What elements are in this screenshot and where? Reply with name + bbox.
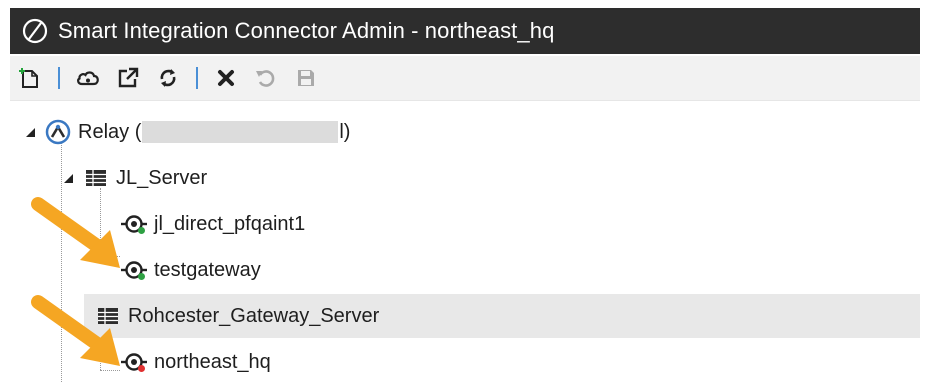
refresh-icon (160, 69, 176, 87)
save-button[interactable] (289, 61, 323, 95)
app-logo-icon (16, 8, 54, 54)
delete-x-icon (218, 70, 234, 86)
gateway-label: northeast_hq (154, 350, 271, 373)
delete-button[interactable] (209, 61, 243, 95)
collapse-triangle-icon[interactable] (60, 170, 76, 186)
cloud-button[interactable] (71, 61, 105, 95)
new-document-icon (19, 68, 38, 88)
annotation-arrow-icon (31, 295, 120, 366)
tree-node-gateway[interactable]: jl_direct_pfqaint1 (114, 202, 305, 246)
cloud-icon (77, 71, 99, 86)
tree-node-relay[interactable]: Relay ( l) (22, 110, 350, 154)
window-title: Smart Integration Connector Admin - nort… (58, 18, 555, 43)
connector-tree: Relay ( l) JL_Server jl_direct_pfqaint1 t… (10, 104, 920, 384)
relay-label-prefix: Relay ( (78, 120, 142, 143)
server-label: JL_Server (116, 166, 208, 189)
gateway-label: jl_direct_pfqaint1 (154, 212, 306, 235)
undo-icon (256, 70, 275, 87)
tree-node-gateway[interactable]: northeast_hq (114, 340, 271, 384)
tree-node-server[interactable]: JL_Server (60, 156, 207, 200)
relay-label-suffix: l) (339, 120, 351, 143)
new-button[interactable] (13, 61, 47, 95)
tree-node-server-selected[interactable]: Rohcester_Gateway_Server (84, 294, 920, 338)
toolbar-separator (196, 67, 198, 89)
undo-button[interactable] (249, 61, 283, 95)
relay-label: Relay ( l) (78, 121, 350, 144)
redacted-block (142, 121, 339, 144)
save-icon (298, 70, 314, 86)
collapse-triangle-icon[interactable] (22, 124, 38, 140)
external-link-icon (118, 67, 139, 88)
open-external-button[interactable] (111, 61, 145, 95)
refresh-button[interactable] (151, 61, 185, 95)
status-online-indicator (138, 273, 145, 280)
gateway-label: testgateway (154, 258, 261, 281)
title-bar: Smart Integration Connector Admin - nort… (10, 8, 920, 54)
status-offline-indicator (138, 365, 145, 372)
server-icon (82, 164, 110, 192)
relay-icon (44, 118, 72, 146)
server-label: Rohcester_Gateway_Server (128, 304, 380, 327)
tree-node-gateway[interactable]: testgateway (114, 248, 261, 292)
status-online-indicator (138, 227, 145, 234)
annotation-arrow-icon (31, 197, 120, 268)
toolbar-separator (58, 67, 60, 89)
toolbar (10, 56, 920, 101)
app-window: Smart Integration Connector Admin - nort… (10, 8, 920, 384)
